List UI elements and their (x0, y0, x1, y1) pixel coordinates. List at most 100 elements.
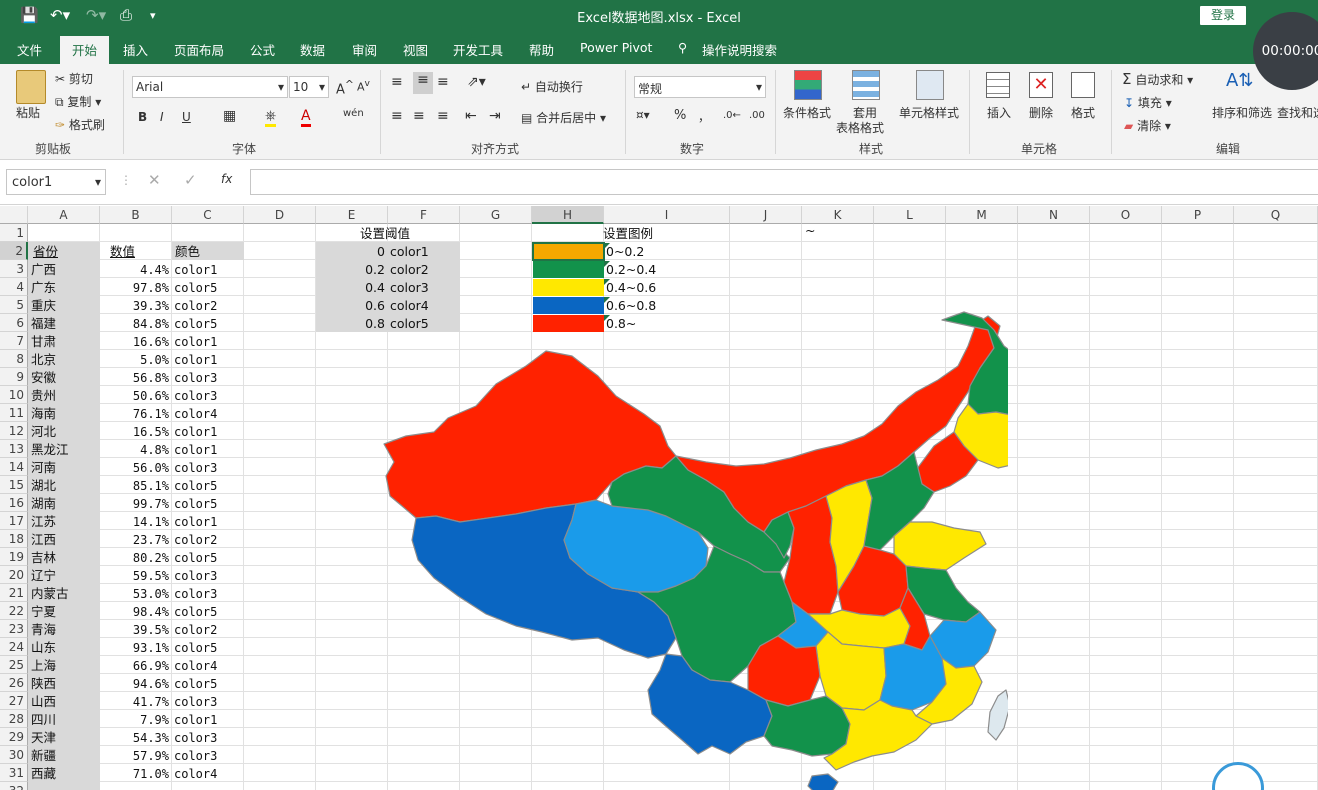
decrease-indent-icon[interactable]: ⇤ (465, 108, 477, 124)
tab-page-layout[interactable]: 页面布局 (174, 40, 224, 59)
cell-color[interactable]: color3 (174, 459, 244, 477)
row-header[interactable]: 30 (0, 746, 28, 764)
cell-color[interactable]: color5 (174, 675, 244, 693)
sort-filter-icon[interactable]: A⇅ (1226, 70, 1253, 91)
cell-color[interactable]: color1 (174, 351, 244, 369)
cell-value[interactable]: 5.0% (100, 351, 172, 369)
tab-insert[interactable]: 插入 (123, 40, 148, 59)
column-header[interactable]: D (244, 206, 316, 224)
tab-power-pivot[interactable]: Power Pivot (580, 40, 652, 55)
cell-province[interactable]: 辽宁 (31, 567, 99, 585)
cell-value[interactable]: 98.4% (100, 603, 172, 621)
row-header[interactable]: 18 (0, 530, 28, 548)
cell-color[interactable]: color1 (174, 423, 244, 441)
row-header[interactable]: 19 (0, 548, 28, 566)
cell-color[interactable]: color3 (174, 369, 244, 387)
cell-province[interactable]: 宁夏 (31, 603, 99, 621)
row-header[interactable]: 6 (0, 314, 28, 332)
cell-color[interactable]: color4 (174, 765, 244, 783)
cell-color[interactable]: color1 (174, 333, 244, 351)
cell-color[interactable]: color3 (174, 747, 244, 765)
row-header[interactable]: 29 (0, 728, 28, 746)
cell-province[interactable]: 四川 (31, 711, 99, 729)
italic-button[interactable]: I (160, 110, 164, 124)
cell-value[interactable]: 14.1% (100, 513, 172, 531)
threshold-value[interactable]: 0 (316, 243, 388, 261)
bold-button[interactable]: B (138, 110, 147, 124)
row-header[interactable]: 2 (0, 242, 28, 260)
increase-decimal-icon[interactable]: .0← (723, 110, 741, 121)
row-header[interactable]: 28 (0, 710, 28, 728)
legend-label[interactable]: 0.4~0.6 (606, 279, 726, 297)
align-left-icon[interactable]: ≡ (391, 108, 403, 124)
wrap-text-button[interactable]: ↵ 自动换行 (521, 78, 583, 95)
select-all-corner[interactable] (0, 206, 28, 224)
legend-title[interactable]: 设置图例 (603, 225, 653, 243)
cell-color[interactable]: color3 (174, 729, 244, 747)
column-header[interactable]: B (100, 206, 172, 224)
insert-function-button[interactable]: fx (221, 172, 232, 186)
orientation-icon[interactable]: ⇗▾ (467, 74, 486, 90)
cell-province[interactable]: 湖北 (31, 477, 99, 495)
cell-color[interactable]: color1 (174, 513, 244, 531)
row-header[interactable]: 5 (0, 296, 28, 314)
formula-input[interactable] (250, 169, 1318, 195)
row-header[interactable]: 1 (0, 224, 28, 242)
threshold-name[interactable]: color1 (390, 243, 460, 261)
align-top-icon[interactable]: ≡ (391, 74, 403, 90)
comma-button[interactable]: ， (698, 108, 710, 125)
legend-swatch[interactable] (533, 279, 604, 296)
font-size-select[interactable]: 10 ▾ (289, 76, 329, 98)
cell-province[interactable]: 上海 (31, 657, 99, 675)
fill-button[interactable]: ↧ 填充 ▾ (1124, 94, 1172, 111)
threshold-name[interactable]: color3 (390, 279, 460, 297)
cell-value[interactable]: 4.8% (100, 441, 172, 459)
column-header[interactable]: F (388, 206, 460, 224)
align-bottom-icon[interactable]: ≡ (437, 74, 449, 90)
cell-value[interactable]: 41.7% (100, 693, 172, 711)
cell-value[interactable]: 99.7% (100, 495, 172, 513)
cell-value[interactable]: 80.2% (100, 549, 172, 567)
font-name-select[interactable]: Arial ▾ (132, 76, 288, 98)
threshold-title[interactable]: 设置阈值 (360, 225, 410, 243)
row-header[interactable]: 13 (0, 440, 28, 458)
cell-color[interactable]: color5 (174, 315, 244, 333)
conditional-format-button[interactable]: 条件格式 (783, 104, 831, 121)
currency-icon[interactable]: ¤▾ (636, 108, 650, 122)
row-header[interactable]: 31 (0, 764, 28, 782)
increase-indent-icon[interactable]: ⇥ (489, 108, 501, 124)
format-cells-icon[interactable] (1071, 72, 1095, 98)
cell-province[interactable]: 北京 (31, 351, 99, 369)
cell-color[interactable]: color3 (174, 585, 244, 603)
format-painter-button[interactable]: ✑ 格式刷 (55, 116, 105, 133)
row-header[interactable]: 10 (0, 386, 28, 404)
header-province[interactable]: 省份 (33, 243, 58, 261)
row-header[interactable]: 12 (0, 422, 28, 440)
cell-styles-button[interactable]: 单元格样式 (899, 104, 959, 121)
cell-value[interactable]: 16.5% (100, 423, 172, 441)
cell-color[interactable]: color3 (174, 567, 244, 585)
row-header[interactable]: 32 (0, 782, 28, 790)
underline-button[interactable]: U (182, 110, 191, 124)
cell-value[interactable]: 76.1% (100, 405, 172, 423)
cell-province[interactable]: 黑龙江 (31, 441, 99, 459)
legend-label[interactable]: 0~0.2 (606, 243, 726, 261)
cell-province[interactable]: 福建 (31, 315, 99, 333)
row-header[interactable]: 25 (0, 656, 28, 674)
cell-color[interactable]: color4 (174, 657, 244, 675)
tab-home[interactable]: 开始 (60, 36, 110, 64)
increase-font-icon[interactable]: A^ (336, 78, 354, 97)
cell-color[interactable]: color4 (174, 405, 244, 423)
row-header[interactable]: 16 (0, 494, 28, 512)
cell-province[interactable]: 河北 (31, 423, 99, 441)
cell-value[interactable]: 23.7% (100, 531, 172, 549)
tab-help[interactable]: 帮助 (529, 40, 554, 59)
row-header[interactable]: 4 (0, 278, 28, 296)
merge-center-button[interactable]: ▤ 合并后居中 ▾ (521, 109, 606, 126)
format-as-table-label2[interactable]: 表格格式 (836, 119, 884, 136)
row-header[interactable]: 24 (0, 638, 28, 656)
tab-file[interactable]: 文件 (17, 40, 42, 59)
delete-cells-button[interactable]: 删除 (1029, 104, 1053, 121)
cell-value[interactable]: 7.9% (100, 711, 172, 729)
cell-province[interactable]: 内蒙古 (31, 585, 99, 603)
